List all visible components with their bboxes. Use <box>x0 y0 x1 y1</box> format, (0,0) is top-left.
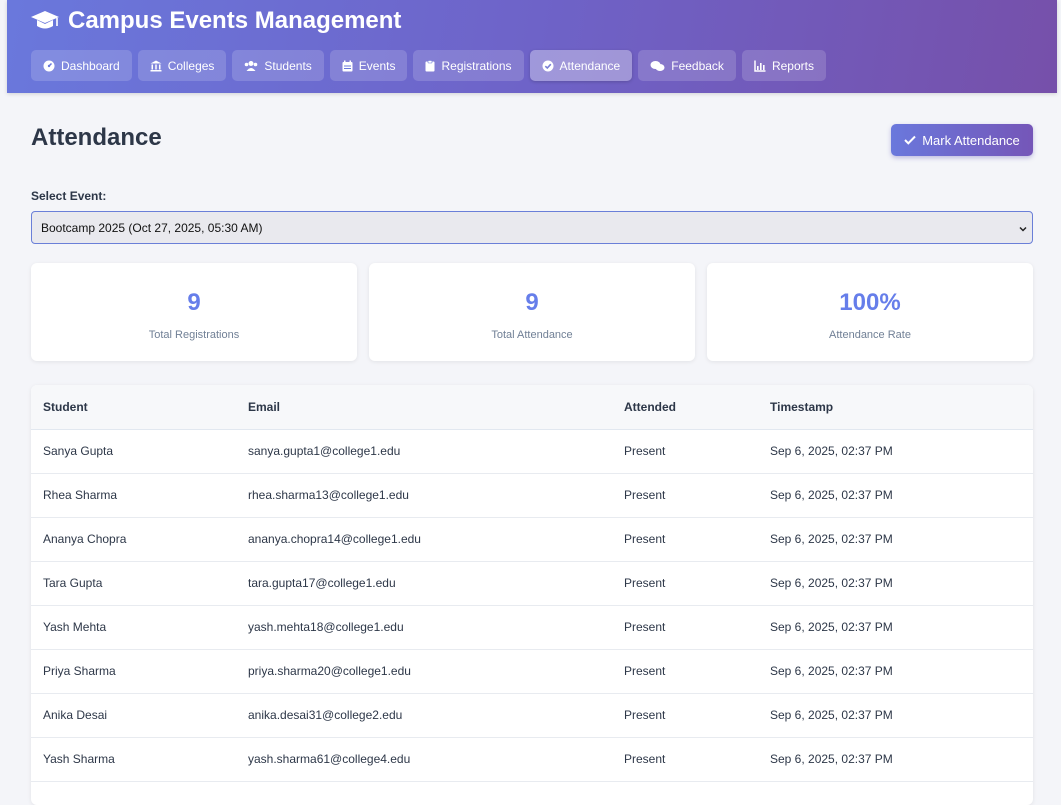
student-email: anika.desai31@college2.edu <box>248 708 403 722</box>
column-header-student[interactable]: Student <box>43 385 88 429</box>
student-name: Yash Sharma <box>43 752 115 766</box>
nav-label: Events <box>358 58 396 73</box>
student-name: Priya Sharma <box>43 664 116 678</box>
nav-label: Registrations <box>441 58 512 73</box>
main-nav: Dashboard Colleges Students Events Regis… <box>31 50 826 81</box>
stat-value: 9 <box>187 289 201 316</box>
nav-label: Dashboard <box>61 58 120 73</box>
attended-status: Present <box>624 752 666 766</box>
nav-label: Colleges <box>167 58 215 73</box>
timestamp: Sep 6, 2025, 02:37 PM <box>770 620 893 634</box>
student-email: yash.mehta18@college1.edu <box>248 620 404 634</box>
table-header: Student Email Attended Timestamp <box>31 385 1033 430</box>
nav-feedback[interactable]: Feedback <box>638 50 736 81</box>
nav-dashboard[interactable]: Dashboard <box>31 50 132 81</box>
timestamp: Sep 6, 2025, 02:37 PM <box>770 576 893 590</box>
nav-students[interactable]: Students <box>232 50 324 81</box>
app-title: Campus Events Management <box>68 7 402 34</box>
nav-label: Feedback <box>671 58 724 73</box>
student-name: Yash Mehta <box>43 620 107 634</box>
timestamp: Sep 6, 2025, 02:37 PM <box>770 708 893 722</box>
chevron-down-icon <box>1018 223 1028 237</box>
page-title: Attendance <box>31 124 162 151</box>
attended-status: Present <box>624 488 666 502</box>
table-row[interactable]: Yash Mehta yash.mehta18@college1.edu Pre… <box>31 605 1033 650</box>
stat-total-registrations: 9 Total Registrations <box>31 263 357 361</box>
timestamp: Sep 6, 2025, 02:37 PM <box>770 488 893 502</box>
nav-events[interactable]: Events <box>329 50 408 81</box>
column-header-email[interactable]: Email <box>248 385 280 429</box>
checkmark-icon <box>904 133 916 148</box>
nav-label: Students <box>264 58 312 73</box>
attendance-table: Student Email Attended Timestamp Sanya G… <box>31 385 1033 805</box>
attended-status: Present <box>624 444 666 458</box>
stat-attendance-rate: 100% Attendance Rate <box>707 263 1033 361</box>
column-header-attended[interactable]: Attended <box>624 385 676 429</box>
student-email: priya.sharma20@college1.edu <box>248 664 411 678</box>
student-name: Tara Gupta <box>43 576 103 590</box>
chart-icon <box>754 60 766 72</box>
app-brand[interactable]: Campus Events Management <box>30 6 401 36</box>
attended-status: Present <box>624 620 666 634</box>
student-name: Ananya Chopra <box>43 532 127 546</box>
university-icon <box>150 60 162 72</box>
mark-attendance-button[interactable]: Mark Attendance <box>891 124 1033 156</box>
student-name: Anika Desai <box>43 708 108 722</box>
check-circle-icon <box>542 60 554 72</box>
table-row[interactable]: Yash Sharma yash.sharma61@college4.edu P… <box>31 737 1033 782</box>
app-header: Campus Events Management Dashboard Colle… <box>7 0 1057 93</box>
timestamp: Sep 6, 2025, 02:37 PM <box>770 664 893 678</box>
table-row[interactable]: Anika Desai anika.desai31@college2.edu P… <box>31 693 1033 738</box>
stat-label: Total Attendance <box>491 329 573 341</box>
table-row[interactable]: Sanya Gupta sanya.gupta1@college1.edu Pr… <box>31 429 1033 474</box>
nav-registrations[interactable]: Registrations <box>413 50 524 81</box>
nav-label: Attendance <box>559 58 621 73</box>
timestamp: Sep 6, 2025, 02:37 PM <box>770 532 893 546</box>
select-event-label: Select Event: <box>31 189 107 203</box>
nav-reports[interactable]: Reports <box>741 50 826 81</box>
stat-value: 100% <box>839 289 901 316</box>
table-row[interactable]: Priya Sharma priya.sharma20@college1.edu… <box>31 649 1033 694</box>
graduation-cap-icon <box>30 10 60 32</box>
stat-total-attendance: 9 Total Attendance <box>369 263 695 361</box>
event-select[interactable]: Bootcamp 2025 (Oct 27, 2025, 05:30 AM) <box>31 211 1033 244</box>
column-header-timestamp[interactable]: Timestamp <box>770 385 833 429</box>
calendar-icon <box>342 60 353 72</box>
student-email: ananya.chopra14@college1.edu <box>248 532 421 546</box>
stat-value: 9 <box>525 289 539 316</box>
users-icon <box>244 60 258 72</box>
timestamp: Sep 6, 2025, 02:37 PM <box>770 444 893 458</box>
student-name: Rhea Sharma <box>43 488 118 502</box>
student-email: tara.gupta17@college1.edu <box>248 576 396 590</box>
table-row[interactable]: Tara Gupta tara.gupta17@college1.edu Pre… <box>31 561 1033 606</box>
student-email: sanya.gupta1@college1.edu <box>248 444 401 458</box>
table-row[interactable]: Rhea Sharma rhea.sharma13@college1.edu P… <box>31 473 1033 518</box>
clipboard-icon <box>425 59 435 72</box>
stat-label: Attendance Rate <box>829 329 911 341</box>
nav-colleges[interactable]: Colleges <box>137 50 227 81</box>
student-email: rhea.sharma13@college1.edu <box>248 488 409 502</box>
selected-event-value: Bootcamp 2025 (Oct 27, 2025, 05:30 AM) <box>41 220 263 235</box>
student-name: Sanya Gupta <box>43 444 114 458</box>
comments-icon <box>650 60 665 72</box>
stat-label: Total Registrations <box>148 329 240 341</box>
table-row[interactable]: Ananya Chopra ananya.chopra14@college1.e… <box>31 517 1033 562</box>
student-email: yash.sharma61@college4.edu <box>248 752 411 766</box>
dashboard-icon <box>43 60 55 72</box>
attended-status: Present <box>624 664 666 678</box>
attended-status: Present <box>624 708 666 722</box>
mark-attendance-label: Mark Attendance <box>922 132 1020 148</box>
nav-label: Reports <box>771 58 814 73</box>
attended-status: Present <box>624 576 666 590</box>
timestamp: Sep 6, 2025, 02:37 PM <box>770 752 893 766</box>
nav-attendance[interactable]: Attendance <box>529 50 633 81</box>
attended-status: Present <box>624 532 666 546</box>
